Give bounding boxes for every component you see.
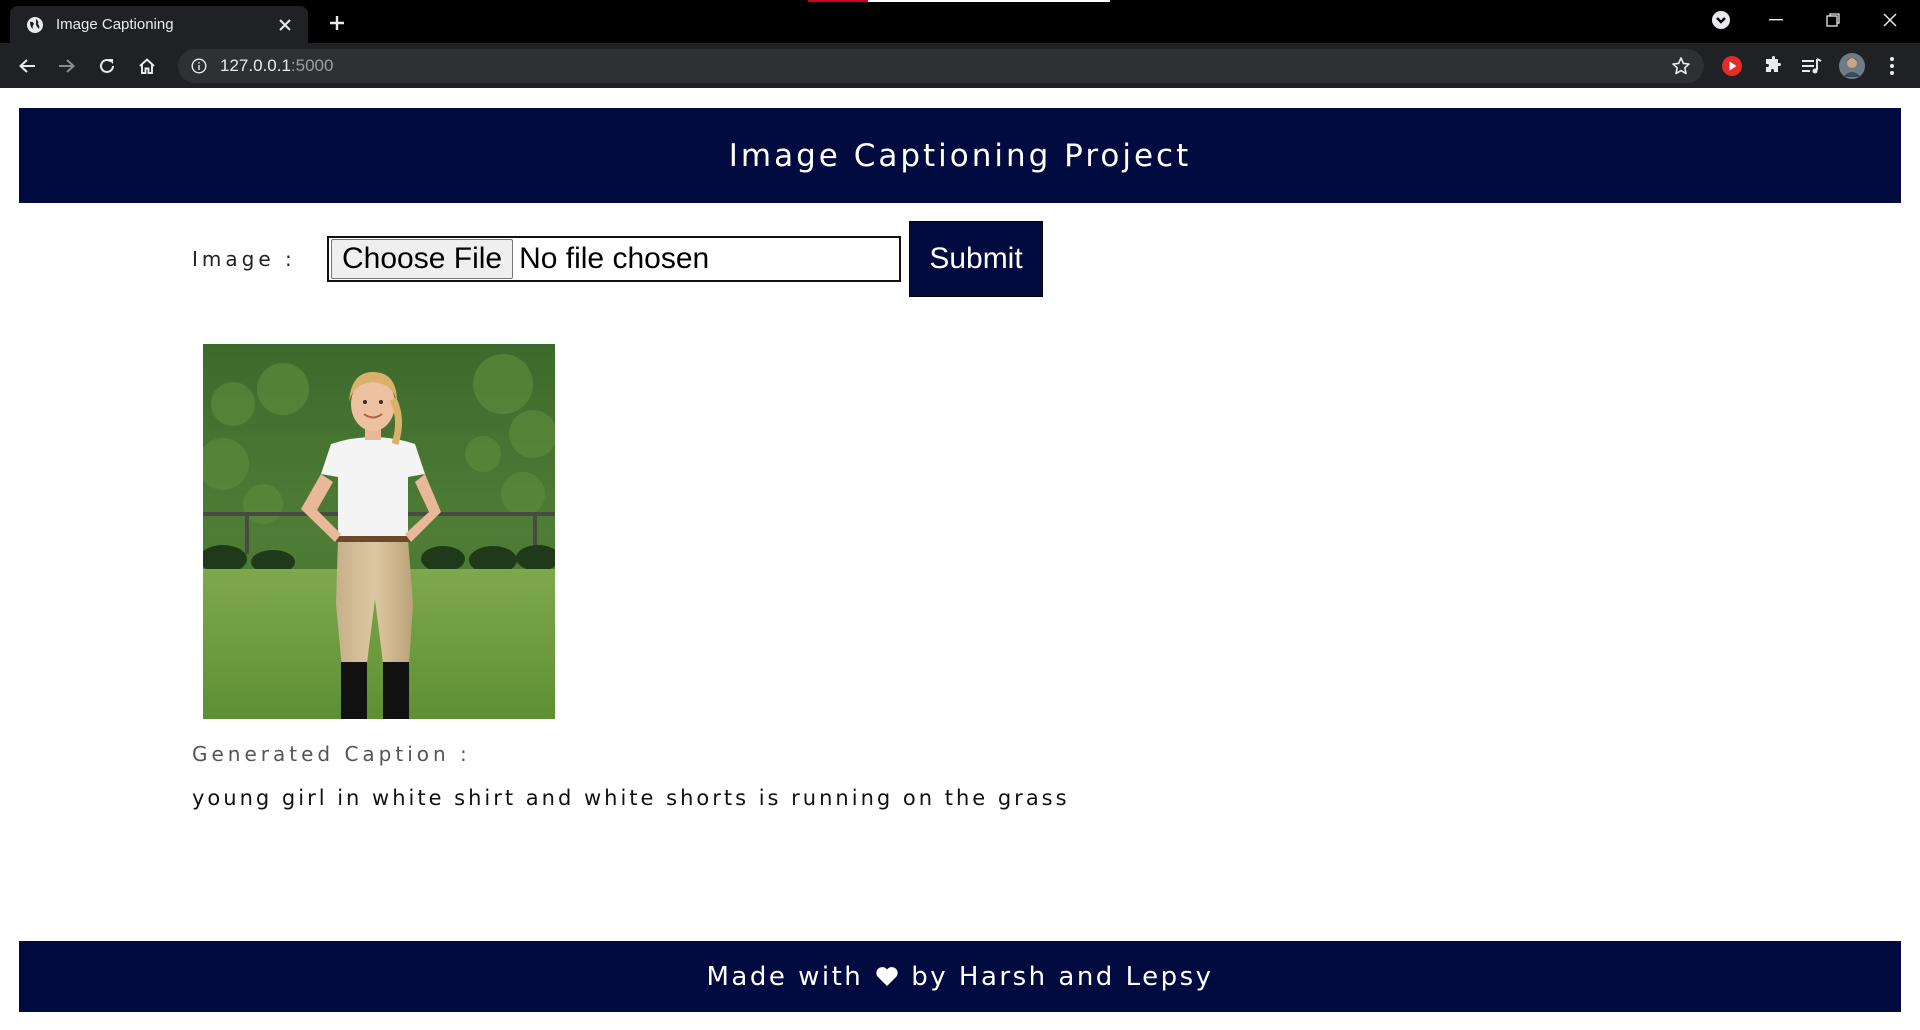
- browser-toolbar: 127.0.0.1:5000: [0, 43, 1920, 88]
- reload-icon[interactable]: [92, 51, 122, 81]
- minimize-button[interactable]: [1748, 0, 1804, 40]
- url-port: :5000: [290, 56, 334, 75]
- address-bar[interactable]: 127.0.0.1:5000: [178, 49, 1704, 83]
- back-icon[interactable]: [12, 51, 42, 81]
- loading-indicator: [808, 0, 1110, 2]
- star-icon[interactable]: [1670, 55, 1692, 77]
- info-icon[interactable]: [190, 57, 208, 75]
- submit-button[interactable]: Submit: [909, 221, 1043, 297]
- close-window-button[interactable]: [1862, 0, 1918, 40]
- forward-icon[interactable]: [52, 51, 82, 81]
- page-title: Image Captioning Project: [728, 137, 1192, 174]
- file-status: No file chosen: [519, 242, 710, 275]
- choose-file-button[interactable]: Choose File: [331, 239, 514, 279]
- media-controls-icon[interactable]: [1799, 53, 1825, 79]
- generated-caption: young girl in white shirt and white shor…: [192, 786, 1070, 810]
- new-tab-button[interactable]: [322, 8, 352, 38]
- restore-button[interactable]: [1805, 0, 1861, 40]
- tab-search-button[interactable]: [1694, 0, 1748, 40]
- upload-form: Image : Choose File No file chosen Submi…: [192, 221, 1043, 297]
- footer-text-before: Made with: [706, 961, 864, 992]
- extensions-icon[interactable]: [1759, 53, 1785, 79]
- uploaded-image-preview: [203, 344, 555, 719]
- youtube-extension-icon[interactable]: [1719, 53, 1745, 79]
- menu-icon[interactable]: [1879, 53, 1905, 79]
- page-header: Image Captioning Project: [19, 108, 1901, 203]
- tab-title: Image Captioning: [56, 16, 174, 33]
- avatar[interactable]: [1839, 53, 1865, 79]
- globe-icon: [26, 16, 44, 34]
- browser-titlebar: Image Captioning: [0, 0, 1920, 43]
- footer-text-after: by Harsh and Lepsy: [911, 961, 1214, 992]
- browser-tab[interactable]: Image Captioning: [10, 6, 308, 43]
- heart-icon: [875, 966, 899, 987]
- caption-label: Generated Caption :: [192, 742, 471, 766]
- home-icon[interactable]: [132, 51, 162, 81]
- url-host: 127.0.0.1: [220, 56, 291, 75]
- image-label: Image :: [192, 247, 296, 271]
- file-input[interactable]: Choose File No file chosen: [327, 236, 901, 282]
- close-tab-icon[interactable]: [274, 14, 296, 36]
- page-footer: Made with by Harsh and Lepsy: [19, 941, 1901, 1012]
